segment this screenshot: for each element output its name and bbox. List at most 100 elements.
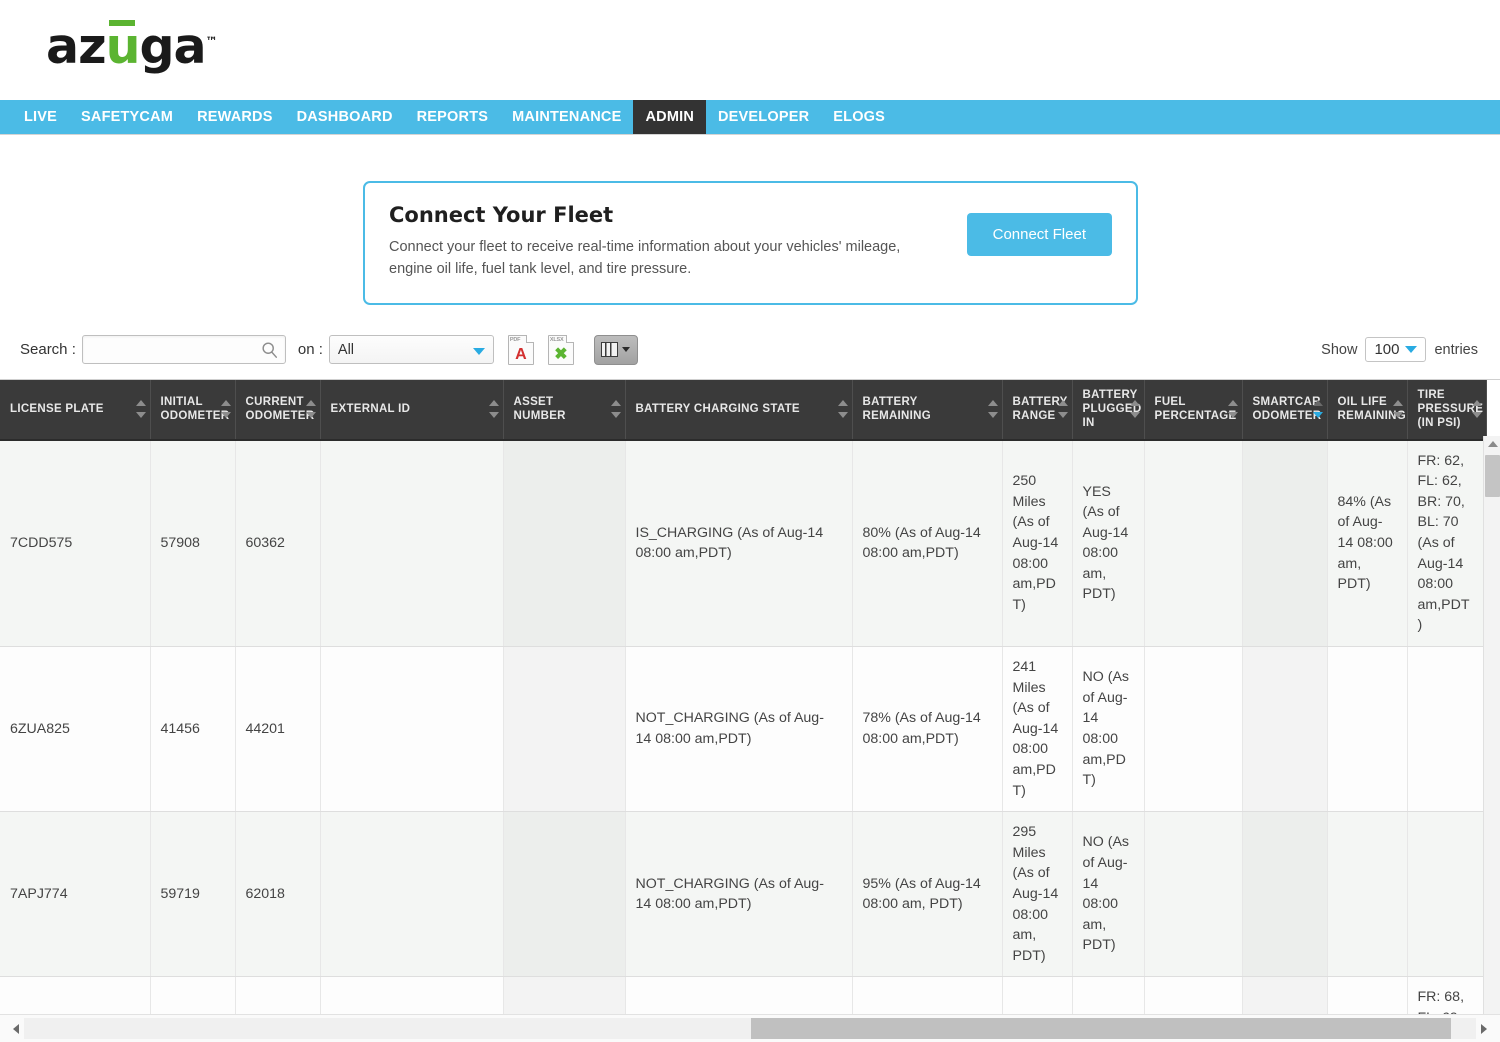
nav-item-rewards[interactable]: REWARDS	[185, 100, 285, 134]
sort-desc-arrow-icon	[1393, 412, 1403, 418]
column-header-initial_odo[interactable]: INITIAL ODOMETER	[150, 380, 235, 440]
sort-desc-arrow-icon	[611, 412, 621, 418]
column-header-smartcar_odo[interactable]: SMARTCAR ODOMETER	[1242, 380, 1327, 440]
cell-tire_pressure	[1407, 646, 1486, 811]
nav-item-safetycam[interactable]: SAFETYCAM	[69, 100, 185, 134]
column-header-battery_plugged[interactable]: BATTERY PLUGGED IN	[1072, 380, 1144, 440]
table-row[interactable]: 6ZUA8254145644201NOT_CHARGING (As of Aug…	[0, 646, 1486, 811]
sort-indicator-icon[interactable]	[838, 399, 848, 419]
table-header: LICENSE PLATEINITIAL ODOMETERCURRENT ODO…	[0, 380, 1486, 440]
column-header-fuel_pct[interactable]: FUEL PERCENTAGE	[1144, 380, 1242, 440]
sort-indicator-icon[interactable]	[611, 399, 621, 419]
nav-item-admin[interactable]: ADMIN	[633, 100, 706, 134]
search-label: Search :	[20, 341, 76, 358]
cell-asset_number	[503, 812, 625, 977]
sort-indicator-icon[interactable]	[1472, 399, 1482, 419]
column-header-oil_life[interactable]: OIL LIFE REMAINING	[1327, 380, 1407, 440]
nav-item-reports[interactable]: REPORTS	[405, 100, 501, 134]
vehicles-table: LICENSE PLATEINITIAL ODOMETERCURRENT ODO…	[0, 380, 1487, 1042]
nav-item-dashboard[interactable]: DASHBOARD	[285, 100, 405, 134]
cell-charging_state: NOT_CHARGING (As of Aug-14 08:00 am,PDT)	[625, 646, 852, 811]
table-body: 7CDD5755790860362IS_CHARGING (As of Aug-…	[0, 440, 1486, 1042]
sort-indicator-icon[interactable]	[988, 399, 998, 419]
scroll-left-button[interactable]	[6, 1015, 26, 1042]
column-header-battery_range[interactable]: BATTERY RANGE	[1002, 380, 1072, 440]
search-input[interactable]	[83, 336, 285, 363]
sort-indicator-icon[interactable]	[1228, 399, 1238, 419]
nav-item-maintenance[interactable]: MAINTENANCE	[500, 100, 633, 134]
column-header-asset_number[interactable]: ASSET NUMBER	[503, 380, 625, 440]
sort-asc-arrow-icon	[489, 400, 499, 406]
cell-tire_pressure: FR: 62, FL: 62, BR: 70, BL: 70 (As of Au…	[1407, 440, 1486, 647]
column-header-label: ASSET NUMBER	[514, 396, 566, 422]
cell-oil_life	[1327, 812, 1407, 977]
sort-desc-arrow-icon	[1472, 412, 1482, 418]
vertical-scroll-thumb[interactable]	[1485, 455, 1500, 497]
cell-battery_range: 241 Miles (As of Aug-14 08:00 am,PDT)	[1002, 646, 1072, 811]
logo-u-mark: u	[106, 22, 140, 71]
export-excel-button[interactable]: XLSX ✖	[548, 335, 574, 365]
chevron-down-icon	[622, 347, 630, 352]
sort-desc-arrow-icon	[136, 412, 146, 418]
cell-smartcar_odo	[1242, 646, 1327, 811]
connect-fleet-button[interactable]: Connect Fleet	[967, 213, 1112, 256]
entries-label: entries	[1434, 342, 1478, 358]
cell-asset_number	[503, 646, 625, 811]
main-navigation: LIVE SAFETYCAM REWARDS DASHBOARD REPORTS…	[0, 100, 1500, 135]
nav-item-developer[interactable]: DEVELOPER	[706, 100, 821, 134]
sort-indicator-icon[interactable]	[306, 399, 316, 419]
column-visibility-button[interactable]	[594, 335, 638, 365]
table-row[interactable]: 7CDD5755790860362IS_CHARGING (As of Aug-…	[0, 440, 1486, 647]
column-header-label: SMARTCAR ODOMETER	[1253, 396, 1322, 422]
column-header-battery_remaining[interactable]: BATTERY REMAINING	[852, 380, 1002, 440]
horizontal-scroll-thumb[interactable]	[751, 1018, 1451, 1039]
cell-current_odo: 60362	[235, 440, 320, 647]
logo-text-part2: ga	[139, 18, 205, 75]
sort-indicator-icon[interactable]	[136, 399, 146, 419]
sort-desc-arrow-icon	[1313, 412, 1323, 418]
sort-indicator-icon[interactable]	[221, 399, 231, 419]
sort-indicator-icon[interactable]	[489, 399, 499, 419]
azuga-logo[interactable]: azuga™	[46, 22, 217, 71]
cell-fuel_pct	[1144, 646, 1242, 811]
table-header-row: LICENSE PLATEINITIAL ODOMETERCURRENT ODO…	[0, 380, 1486, 440]
search-scope-select[interactable]: All	[329, 335, 494, 364]
scroll-up-button[interactable]	[1484, 436, 1500, 453]
horizontal-scrollbar[interactable]	[0, 1014, 1500, 1042]
nav-item-live[interactable]: LIVE	[12, 100, 69, 134]
column-header-current_odo[interactable]: CURRENT ODOMETER	[235, 380, 320, 440]
logo-bar: azuga™	[0, 0, 1500, 100]
on-label: on :	[298, 341, 323, 358]
sort-asc-arrow-icon	[1472, 400, 1482, 406]
cell-battery_plugged: NO (As of Aug-14 08:00 am,PDT)	[1072, 646, 1144, 811]
table-row[interactable]: 7APJ7745971962018NOT_CHARGING (As of Aug…	[0, 812, 1486, 977]
sort-indicator-icon[interactable]	[1130, 399, 1140, 419]
triangle-up-icon	[1488, 441, 1498, 447]
cell-charging_state: NOT_CHARGING (As of Aug-14 08:00 am,PDT)	[625, 812, 852, 977]
sort-indicator-icon[interactable]	[1393, 399, 1403, 419]
entries-per-page-select[interactable]: 100	[1365, 337, 1426, 362]
export-pdf-button[interactable]: PDF A	[508, 335, 534, 365]
search-scope-value: All	[338, 342, 354, 358]
column-header-license_plate[interactable]: LICENSE PLATE	[0, 380, 150, 440]
nav-item-elogs[interactable]: ELOGS	[821, 100, 897, 134]
connect-fleet-title: Connect Your Fleet	[389, 203, 934, 227]
sort-desc-arrow-icon	[838, 412, 848, 418]
column-header-external_id[interactable]: EXTERNAL ID	[320, 380, 503, 440]
chevron-down-icon	[473, 348, 485, 355]
sort-indicator-icon[interactable]	[1058, 399, 1068, 419]
column-header-tire_pressure[interactable]: TIRE PRESSURE (IN PSI)	[1407, 380, 1486, 440]
logo-u-bar	[109, 20, 135, 26]
sort-desc-arrow-icon	[1058, 412, 1068, 418]
sort-indicator-desc-icon[interactable]	[1313, 399, 1323, 419]
search-box[interactable]	[82, 335, 286, 364]
cell-current_odo: 44201	[235, 646, 320, 811]
sort-asc-arrow-icon	[221, 400, 231, 406]
sort-asc-arrow-icon	[1313, 400, 1323, 406]
columns-icon	[601, 342, 618, 357]
vertical-scrollbar[interactable]	[1483, 436, 1500, 1042]
column-header-charging_state[interactable]: BATTERY CHARGING STATE	[625, 380, 852, 440]
logo-text-u: u	[106, 18, 140, 75]
scroll-right-button[interactable]	[1474, 1015, 1494, 1042]
column-header-label: EXTERNAL ID	[331, 403, 411, 415]
